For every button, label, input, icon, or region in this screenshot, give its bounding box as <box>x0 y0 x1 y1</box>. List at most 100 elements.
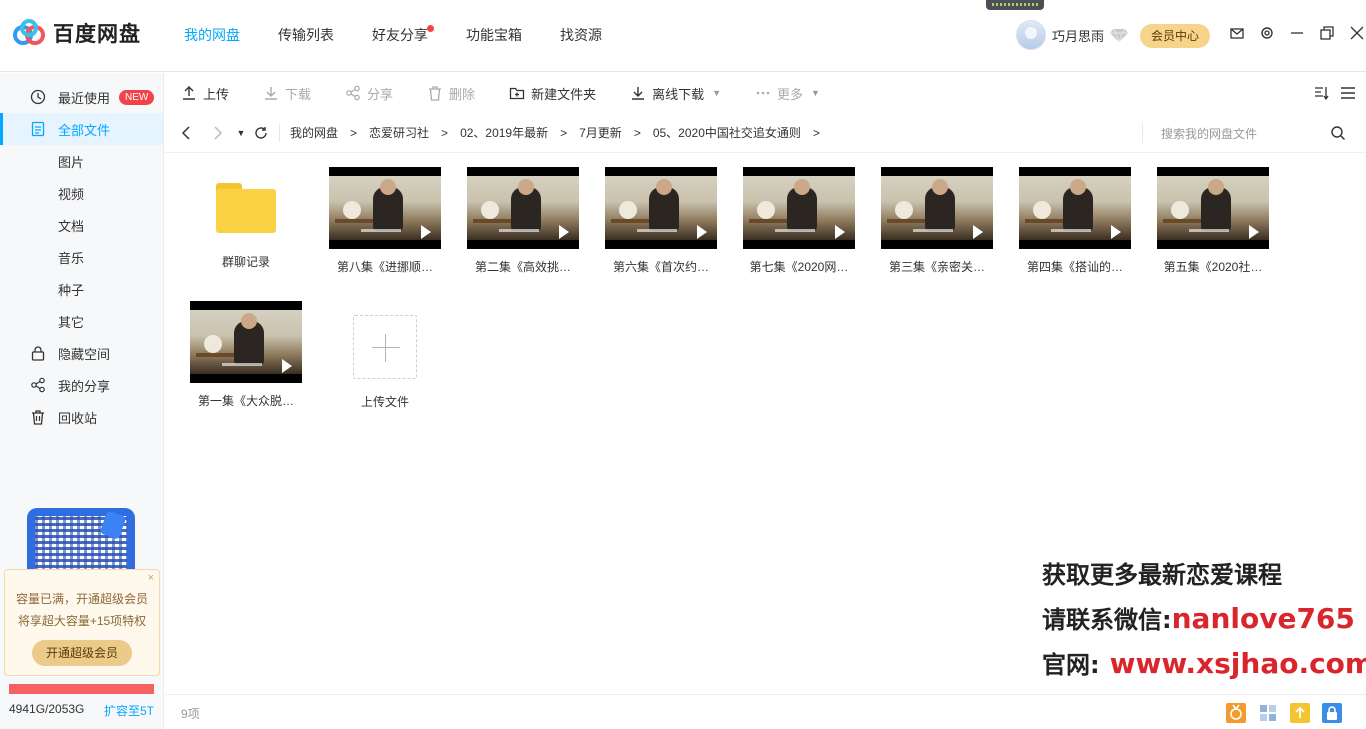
sidebar-item-all-files[interactable]: 全部文件 <box>0 113 163 145</box>
promo-close-icon[interactable]: × <box>148 572 154 584</box>
breadcrumb-item[interactable]: 我的网盘 <box>290 124 338 141</box>
search-input[interactable]: 搜索我的网盘文件 <box>1161 125 1257 142</box>
watermark-site-prefix: 官网: <box>1042 651 1100 679</box>
sidebar-item-my-shares[interactable]: 我的分享 <box>0 369 163 401</box>
list-view-icon[interactable] <box>1340 85 1356 101</box>
storage-usage-text: 4941G/2053G <box>9 702 85 716</box>
forward-icon[interactable] <box>209 125 225 141</box>
play-icon <box>559 225 569 239</box>
nav-transfer-list[interactable]: 传输列表 <box>278 0 334 72</box>
folder-item[interactable]: 群聊记录 <box>181 167 311 270</box>
offline-download-icon <box>630 85 646 101</box>
close-icon[interactable] <box>1350 26 1364 40</box>
download-label: 下载 <box>285 86 312 102</box>
breadcrumb-item[interactable]: 02、2019年最新 <box>460 124 548 141</box>
new-badge: NEW <box>119 89 155 105</box>
nav-friend-share[interactable]: 好友分享 <box>372 0 434 72</box>
share-icon <box>30 377 46 393</box>
watermark-line-3: 官网: www.xsjhao.com <box>1042 645 1366 680</box>
search-icon[interactable] <box>1330 125 1346 141</box>
file-name: 上传文件 <box>360 395 409 409</box>
upload-file-tile[interactable]: 上传文件 <box>320 301 450 410</box>
refresh-icon[interactable] <box>253 125 269 141</box>
play-icon <box>835 225 845 239</box>
sidebar-item-label: 隐藏空间 <box>58 346 111 362</box>
video-item[interactable]: 第二集《高效挑… <box>458 167 588 275</box>
file-name: 第七集《2020网… <box>749 260 849 274</box>
video-item[interactable]: 第三集《亲密关… <box>872 167 1002 275</box>
file-name: 第三集《亲密关… <box>888 260 985 274</box>
vip-center-button[interactable]: 会员中心 <box>1140 24 1210 48</box>
breadcrumb-separator: > <box>441 125 449 140</box>
medal-icon[interactable] <box>1226 703 1246 723</box>
plus-icon <box>353 315 417 379</box>
user-profile[interactable]: 巧月思雨 <box>1016 20 1129 50</box>
video-item[interactable]: 第五集《2020社… <box>1148 167 1278 275</box>
sidebar-item-recent[interactable]: 最近使用 NEW <box>0 81 163 113</box>
new-folder-button[interactable]: 新建文件夹 <box>509 84 596 103</box>
sidebar-item-label: 回收站 <box>58 410 98 426</box>
play-icon <box>697 225 707 239</box>
history-dropdown-icon[interactable]: ▼ <box>233 125 249 141</box>
play-icon <box>1111 225 1121 239</box>
upload-arrow-icon[interactable] <box>1290 703 1310 723</box>
offline-download-button[interactable]: 离线下载 ▼ <box>630 84 721 103</box>
video-thumbnail <box>1019 167 1131 249</box>
restore-icon[interactable] <box>1320 26 1334 40</box>
nav-my-disk[interactable]: 我的网盘 <box>184 0 240 72</box>
video-item[interactable]: 第四集《搭讪的… <box>1010 167 1140 275</box>
breadcrumb-bar: ▼ 我的网盘 > 恋爱研习社 > 02、2019年最新 > 7月更新 > 05、… <box>165 113 1366 153</box>
sidebar-item-documents[interactable]: 文档 <box>0 209 163 241</box>
floating-window-handle[interactable] <box>986 0 1044 10</box>
video-thumbnail <box>329 167 441 249</box>
nav-friend-share-label: 好友分享 <box>372 27 428 43</box>
app-name: 百度网盘 <box>53 23 141 46</box>
mail-icon[interactable] <box>1230 26 1244 40</box>
sidebar-item-hidden-space[interactable]: 隐藏空间 <box>0 337 163 369</box>
avatar[interactable] <box>1016 20 1046 50</box>
download-button[interactable]: 下载 <box>263 84 311 103</box>
document-icon <box>30 121 46 137</box>
sidebar-item-videos[interactable]: 视频 <box>0 177 163 209</box>
play-icon <box>973 225 983 239</box>
chevron-down-icon[interactable]: ▼ <box>712 88 721 98</box>
file-name: 第一集《大众脱… <box>197 394 294 408</box>
search-box[interactable]: 搜索我的网盘文件 <box>1142 123 1366 143</box>
sort-icon[interactable] <box>1314 85 1330 101</box>
sidebar-item-others[interactable]: 其它 <box>0 305 163 337</box>
video-item[interactable]: 第七集《2020网… <box>734 167 864 275</box>
folder-icon <box>216 183 276 233</box>
lock-icon[interactable] <box>1322 703 1342 723</box>
upload-button[interactable]: 上传 <box>181 84 229 103</box>
expand-storage-link[interactable]: 扩容至5T <box>104 702 154 719</box>
open-svip-button[interactable]: 开通超级会员 <box>32 640 132 666</box>
nav-toolbox[interactable]: 功能宝箱 <box>466 0 522 72</box>
video-item[interactable]: 第八集《进挪顺… <box>320 167 450 275</box>
file-toolbar: 上传 下载 分享 删除 新建文件夹 离线下载 ▼ 更多 ▼ <box>165 73 1366 113</box>
video-thumbnail <box>881 167 993 249</box>
breadcrumb-item[interactable]: 恋爱研习社 <box>369 124 429 141</box>
file-name: 第四集《搭讪的… <box>1026 260 1123 274</box>
breadcrumb-item[interactable]: 7月更新 <box>579 124 622 141</box>
minimize-icon[interactable] <box>1290 26 1304 40</box>
app-logo[interactable]: 百度网盘 <box>13 18 141 48</box>
sidebar-item-music[interactable]: 音乐 <box>0 241 163 273</box>
promo-line-2: 将享超大容量+15项特权 <box>17 614 147 628</box>
video-item[interactable]: 第六集《首次约… <box>596 167 726 275</box>
sidebar-item-images[interactable]: 图片 <box>0 145 163 177</box>
sidebar-item-torrents[interactable]: 种子 <box>0 273 163 305</box>
file-name: 第八集《进挪顺… <box>336 260 433 274</box>
settings-icon[interactable] <box>1260 26 1274 40</box>
chevron-down-icon[interactable]: ▼ <box>811 88 820 98</box>
delete-button[interactable]: 删除 <box>427 84 475 103</box>
nav-find-resources[interactable]: 找资源 <box>560 0 602 72</box>
video-item[interactable]: 第一集《大众脱… <box>181 301 311 409</box>
back-icon[interactable] <box>179 125 195 141</box>
watermark-wechat-prefix: 请联系微信: <box>1042 606 1172 634</box>
sidebar-item-recycle-bin[interactable]: 回收站 <box>0 401 163 433</box>
apps-grid-icon[interactable] <box>1258 703 1278 723</box>
more-button[interactable]: 更多 ▼ <box>755 84 820 103</box>
breadcrumb-item-current[interactable]: 05、2020中国社交追女通则 <box>653 124 801 141</box>
share-button[interactable]: 分享 <box>345 84 393 103</box>
watermark-wechat-id: nanlove765 <box>1171 602 1355 635</box>
